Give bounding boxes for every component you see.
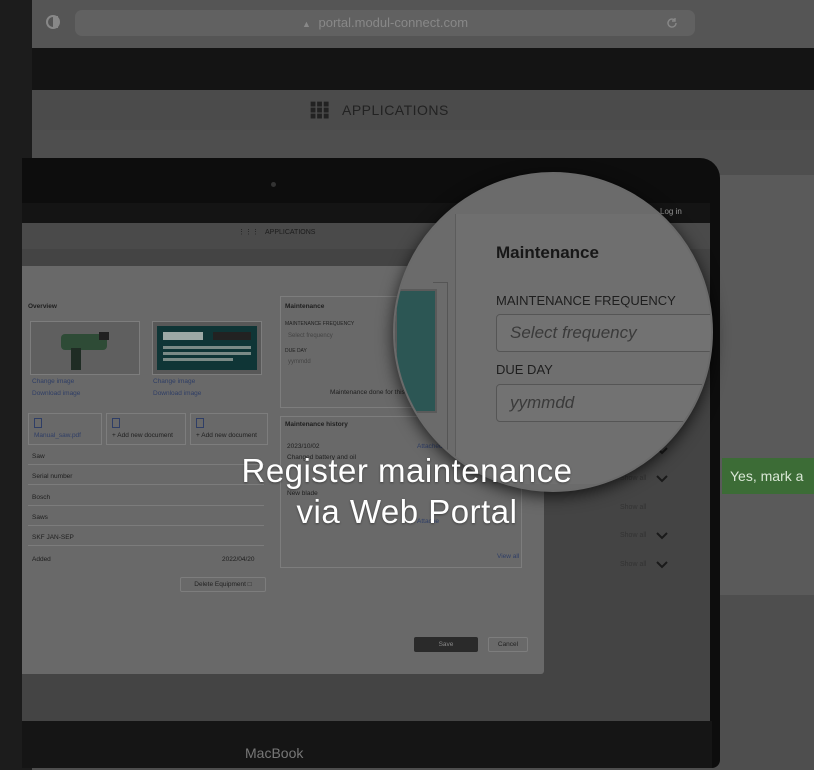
download-image-link[interactable]: Download image [153, 390, 201, 397]
caption-line-1: Register maintenance [241, 452, 573, 489]
magnified-maintenance-title: Maintenance [496, 243, 599, 262]
show-all-toggle[interactable]: Show all [620, 561, 646, 568]
chevron-down-icon[interactable] [656, 561, 668, 569]
show-all-toggle[interactable]: Show all [620, 532, 646, 539]
lock-icon: ▲ [301, 19, 311, 29]
delete-equipment-button[interactable]: Delete Equipment □ [180, 577, 266, 592]
due-day-placeholder[interactable]: yymmdd [288, 359, 311, 365]
download-image-link[interactable]: Download image [32, 390, 80, 397]
reload-icon[interactable] [665, 16, 679, 30]
document-label[interactable]: + Add new document [112, 432, 173, 439]
url-field[interactable]: ▲ portal.modul-connect.com [75, 10, 695, 36]
equipment-photo [30, 321, 140, 375]
screen-applications-label: APPLICATIONS [265, 229, 316, 236]
promo-caption: Register maintenance via Web Portal [0, 450, 814, 532]
magnified-photo [395, 289, 437, 413]
maintenance-title: Maintenance [285, 303, 325, 310]
label-photo [152, 321, 262, 375]
applications-label: APPLICATIONS [342, 102, 449, 118]
nameplate-image [157, 326, 257, 370]
laptop-chin [22, 721, 712, 768]
change-image-link[interactable]: Change image [153, 378, 195, 385]
document-card[interactable]: + Add new document [190, 413, 268, 445]
site-navbar [32, 48, 814, 90]
applications-menu[interactable]: ■■■ ■■■ ■■■ APPLICATIONS [310, 90, 449, 130]
frequency-label: MAINTENANCE FREQUENCY [285, 321, 355, 327]
trash-icon: □ [247, 581, 252, 588]
added-date: 2022/04/20 [222, 556, 255, 563]
frequency-select[interactable]: Select frequency [496, 314, 711, 352]
sidebar-toggle-icon[interactable] [46, 14, 60, 30]
due-day-label: DUE DAY [285, 348, 307, 354]
caption-line-2: via Web Portal [296, 493, 518, 530]
macbook-label: MacBook [245, 745, 304, 761]
cancel-button[interactable]: Cancel [488, 637, 528, 652]
screen-applications-menu[interactable]: ⋮⋮⋮ APPLICATIONS [238, 228, 315, 236]
camera-icon [271, 182, 276, 187]
maintenance-done-button[interactable]: Maintenance done for this [330, 389, 405, 396]
service-plan-select[interactable]: SKF JAN-SEP [28, 531, 264, 546]
frequency-placeholder[interactable]: Select frequency [288, 333, 333, 339]
chevron-down-icon[interactable] [656, 532, 668, 540]
document-card[interactable]: + Add new document [106, 413, 186, 445]
document-icon [196, 418, 204, 428]
frequency-placeholder: Select frequency [510, 323, 637, 342]
added-label: Added [32, 556, 51, 563]
apps-grid-icon: ■■■ ■■■ ■■■ [310, 99, 330, 123]
magnified-frequency-label: MAINTENANCE FREQUENCY [496, 293, 676, 308]
magnified-panel-edge [433, 282, 448, 464]
document-card[interactable]: Manual_saw.pdf [28, 413, 102, 445]
document-label[interactable]: + Add new document [196, 432, 257, 439]
change-image-link[interactable]: Change image [32, 378, 74, 385]
url-text: portal.modul-connect.com [318, 15, 469, 30]
saw-image [61, 332, 109, 370]
due-day-input[interactable]: yymmdd [496, 384, 711, 422]
document-icon [112, 418, 120, 428]
view-all-link[interactable]: View all [497, 553, 519, 560]
overview-title: Overview [28, 303, 57, 310]
save-button[interactable]: Save [414, 637, 478, 652]
magnified-due-day-label: DUE DAY [496, 362, 553, 377]
due-day-placeholder: yymmdd [510, 393, 575, 412]
history-date: 2023/10/02 [287, 443, 320, 450]
history-title: Maintenance history [285, 421, 348, 428]
document-label[interactable]: Manual_saw.pdf [34, 432, 81, 439]
apps-grid-icon: ⋮⋮⋮ [238, 229, 259, 236]
background-right-panel [720, 175, 814, 595]
magnifier-lens: Maintenance MAINTENANCE FREQUENCY Select… [393, 172, 713, 492]
document-icon [34, 418, 42, 428]
